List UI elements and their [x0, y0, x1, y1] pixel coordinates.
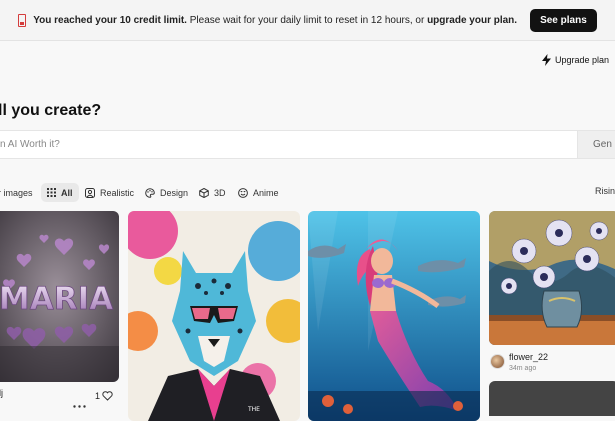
- lightning-icon: [541, 54, 551, 66]
- prompt-input[interactable]: n AI Worth it? Gen: [0, 130, 615, 159]
- cube-icon: [199, 187, 209, 198]
- smiley-icon: [238, 187, 248, 198]
- filter-3d[interactable]: 3D: [199, 183, 226, 202]
- card-username[interactable]: flower_22: [509, 352, 548, 363]
- gallery-card-leopard[interactable]: THE: [128, 211, 300, 421]
- flowers-art-image: [489, 211, 615, 345]
- leopard-art-image: THE: [128, 211, 300, 421]
- portrait-icon: [85, 187, 95, 198]
- upgrade-plan-link[interactable]: upgrade your plan.: [427, 15, 517, 26]
- gallery-card-flowers[interactable]: [489, 211, 615, 345]
- gallery-card-next[interactable]: [489, 381, 615, 416]
- page-heading: ll you create?: [0, 102, 102, 119]
- like-button[interactable]: 1: [95, 391, 113, 401]
- filter-bar: r images All Realistic Design 3D Anime R…: [0, 183, 615, 203]
- mermaid-art-image: [308, 211, 480, 421]
- gallery-card-maria[interactable]: MARIA: [0, 211, 119, 382]
- palette-icon: [145, 187, 155, 198]
- see-plans-button[interactable]: See plans: [530, 8, 597, 32]
- maria-art-text: MARIA: [0, 281, 113, 317]
- sort-dropdown[interactable]: Risin: [595, 186, 615, 196]
- filter-design[interactable]: Design: [145, 183, 188, 202]
- maria-art-image: MARIA: [0, 211, 119, 382]
- banner-message: You reached your 10 credit limit. Please…: [33, 14, 518, 26]
- user-avatar[interactable]: [490, 354, 505, 369]
- battery-low-icon: [18, 13, 27, 27]
- filter-anime[interactable]: Anime: [238, 183, 279, 202]
- filter-my-images[interactable]: r images: [0, 183, 33, 202]
- card-timestamp: 34m ago: [509, 365, 537, 372]
- credit-limit-banner: You reached your 10 credit limit. Please…: [0, 0, 615, 41]
- upgrade-plan-button[interactable]: Upgrade plan: [541, 54, 609, 66]
- filter-realistic[interactable]: Realistic: [85, 183, 134, 202]
- gallery-card-mermaid[interactable]: [308, 211, 480, 421]
- grid-icon: [47, 188, 56, 197]
- heart-icon: [102, 391, 113, 401]
- more-options-icon[interactable]: [73, 395, 86, 408]
- filter-all[interactable]: All: [41, 183, 79, 202]
- card-user-info: flower_22 34m ago: [509, 352, 548, 374]
- generate-button[interactable]: Gen: [577, 131, 615, 158]
- prompt-placeholder: n AI Worth it?: [0, 139, 60, 150]
- card-author: dj: [0, 388, 4, 398]
